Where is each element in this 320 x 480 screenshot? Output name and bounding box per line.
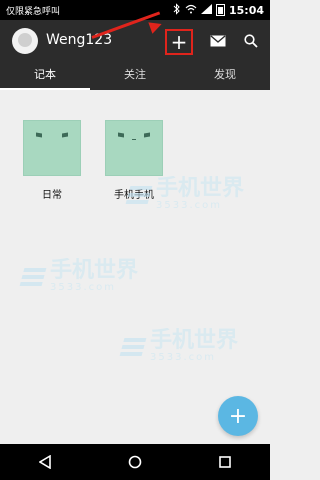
notebook-item[interactable]: 日常: [22, 120, 82, 201]
watermark: 手机世界 3533.com: [19, 258, 139, 293]
plus-icon: +: [170, 30, 188, 54]
watermark-text: 手机世界: [150, 328, 239, 353]
watermark-logo-icon: [125, 185, 153, 204]
tab-label: 发现: [214, 68, 236, 81]
wifi-icon: [185, 4, 197, 17]
avatar[interactable]: [12, 28, 38, 54]
watermark: 手机世界 3533.com: [125, 176, 245, 211]
floating-add-button[interactable]: +: [218, 396, 258, 436]
notebook-cover: [105, 120, 163, 176]
battery-icon: [215, 4, 225, 16]
back-button[interactable]: [32, 449, 58, 475]
tab-label: 记本: [34, 68, 56, 81]
carrier-text: 仅限紧急呼叫: [6, 7, 61, 17]
tab-discover[interactable]: 发现: [180, 66, 270, 90]
watermark-text: 手机世界: [156, 176, 245, 201]
watermark-logo-icon: [19, 267, 47, 286]
app-bar: Weng123 + 记本 关注 发现: [0, 20, 270, 90]
eye: [144, 132, 150, 138]
notebook-title: 日常: [42, 190, 62, 201]
tab-notebooks[interactable]: 记本: [0, 66, 90, 90]
back-triangle-icon: [39, 455, 51, 469]
mail-button[interactable]: [205, 28, 231, 54]
watermark-text: 手机世界: [50, 258, 139, 283]
watermark: 手机世界 3533.com: [119, 328, 239, 363]
status-icons: 15:04: [173, 2, 264, 18]
notebook-cover: [23, 120, 81, 176]
tab-bar: 记本 关注 发现: [0, 66, 270, 90]
watermark-subtext: 3533.com: [156, 200, 222, 211]
watermark-subtext: 3533.com: [50, 282, 116, 293]
search-button[interactable]: [238, 28, 264, 54]
home-button[interactable]: [122, 449, 148, 475]
system-nav-bar: [0, 444, 270, 480]
mail-icon: [210, 35, 226, 47]
recents-button[interactable]: [212, 449, 238, 475]
eye: [36, 132, 42, 138]
status-bar: 仅限紧急呼叫 15:04: [0, 0, 270, 20]
signal-icon: [200, 3, 212, 17]
watermark-subtext: 3533.com: [150, 352, 216, 363]
mouth: [132, 139, 136, 140]
add-button[interactable]: +: [165, 29, 193, 55]
tab-following[interactable]: 关注: [90, 66, 180, 90]
watermark-logo-icon: [119, 337, 147, 356]
notebook-grid: 日常 手机手机 手机世界 3533.com 手机世界 3533.com 手机世界…: [0, 90, 270, 444]
bluetooth-icon: [173, 2, 181, 18]
eye: [62, 132, 68, 138]
search-icon: [244, 34, 258, 48]
clock-time: 15:04: [228, 3, 264, 17]
eye: [118, 132, 124, 138]
recents-square-icon: [219, 456, 231, 468]
tab-label: 关注: [124, 68, 146, 81]
home-circle-icon: [128, 455, 142, 469]
plus-icon: +: [228, 403, 248, 429]
